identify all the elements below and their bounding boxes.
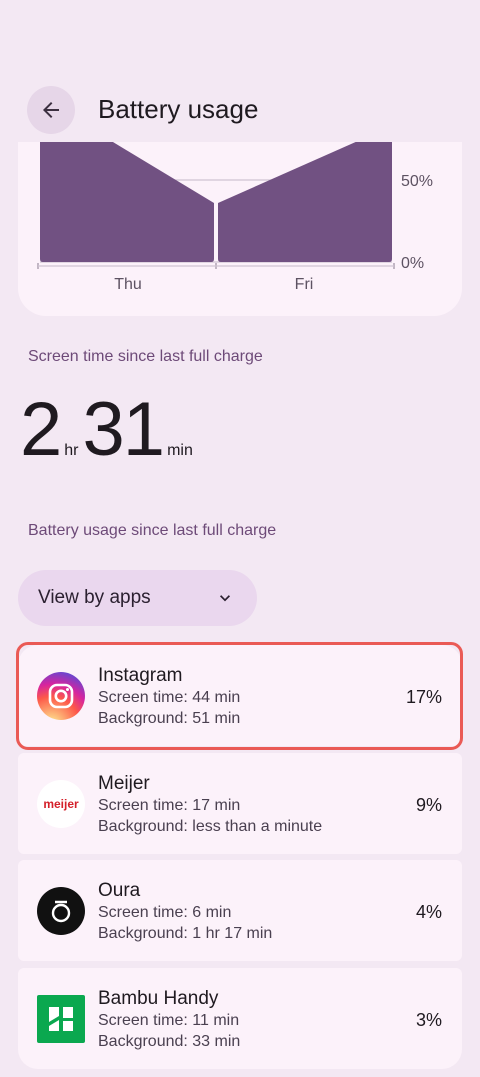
app-screen-time: Screen time: 17 min: [98, 797, 241, 814]
x-tick-label: Thu: [114, 276, 142, 293]
battery-chart: Thu Fri 50% 0%: [37, 142, 433, 293]
battery-usage-label: Battery usage since last full charge: [28, 522, 277, 539]
screen-time-hours: 2: [20, 387, 62, 472]
area-segment-fri: [218, 142, 392, 262]
app-name: Meijer: [98, 773, 150, 794]
app-screen-time: Screen time: 44 min: [98, 689, 241, 706]
instagram-icon: [37, 672, 85, 720]
view-by-dropdown[interactable]: View by apps: [18, 570, 257, 626]
app-background-time: Background: 33 min: [98, 1033, 241, 1050]
app-name: Instagram: [98, 665, 183, 686]
screen-time-minutes-unit: min: [167, 442, 193, 459]
meijer-logo-text: meijer: [43, 797, 79, 811]
y-tick-label: 0%: [401, 255, 424, 272]
app-background-time: Background: 51 min: [98, 710, 241, 727]
view-by-label: View by apps: [38, 587, 151, 608]
screen-time-value: 2 hr 31 min: [20, 392, 197, 468]
app-row-instagram[interactable]: Instagram Screen time: 44 min Background…: [18, 645, 462, 746]
app-name: Bambu Handy: [98, 988, 219, 1009]
screen-time-minutes: 31: [82, 387, 166, 472]
app-screen-time: Screen time: 11 min: [98, 1012, 240, 1029]
app-percent: 4%: [415, 902, 442, 922]
page-title: Battery usage: [98, 94, 259, 124]
chart-areas: [40, 142, 392, 262]
app-percent: 3%: [415, 1010, 442, 1030]
app-percent: 9%: [415, 795, 442, 815]
chevron-down-icon: [220, 595, 230, 602]
oura-icon: [37, 887, 85, 935]
app-row-oura[interactable]: Oura Screen time: 6 min Background: 1 hr…: [18, 860, 462, 961]
app-row-meijer[interactable]: meijer Meijer Screen time: 17 min Backgr…: [18, 753, 462, 854]
meijer-icon: meijer: [37, 780, 85, 828]
app-background-time: Background: less than a minute: [98, 818, 323, 835]
app-row-bambu-handy[interactable]: Bambu Handy Screen time: 11 min Backgrou…: [18, 968, 462, 1069]
battery-chart-card: Thu Fri 50% 0%: [18, 142, 462, 316]
app-background-time: Background: 1 hr 17 min: [98, 925, 273, 942]
app-screen-time: Screen time: 6 min: [98, 904, 232, 921]
screen-time-hours-unit: hr: [64, 442, 79, 459]
arrow-back-icon: [43, 102, 59, 118]
top-app-bar: Battery usage: [0, 70, 480, 150]
back-button[interactable]: [27, 86, 75, 134]
x-tick-label: Fri: [295, 276, 314, 293]
bambu-handy-icon: [37, 995, 85, 1043]
area-segment-thu: [40, 142, 214, 262]
app-percent: 17%: [405, 687, 442, 707]
app-name: Oura: [98, 880, 141, 901]
screen-time-label: Screen time since last full charge: [28, 348, 263, 365]
y-tick-label: 50%: [401, 173, 433, 190]
